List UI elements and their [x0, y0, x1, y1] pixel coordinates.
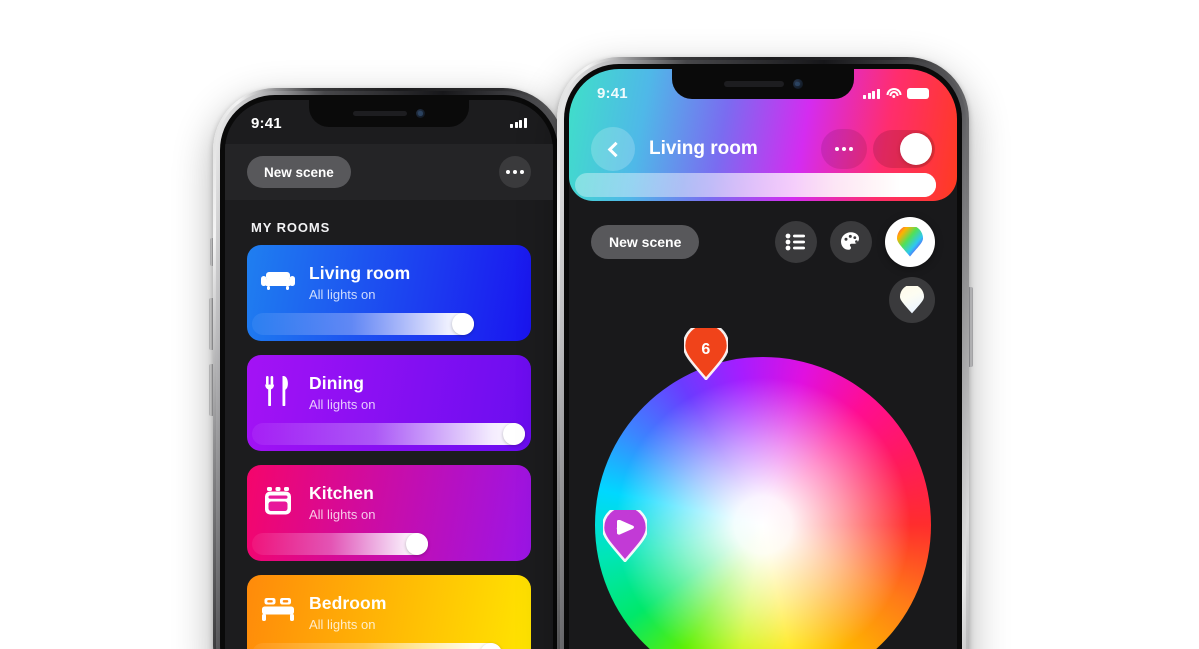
room-status: All lights on	[309, 507, 376, 522]
room-brightness-slider[interactable]	[252, 423, 525, 445]
room-header-row: Living room	[569, 125, 957, 173]
white-picker-button[interactable]	[889, 277, 935, 323]
room-card-text: Living room All lights on	[309, 262, 410, 302]
scenes-list-button[interactable]	[775, 221, 817, 263]
room-brightness-slider[interactable]	[575, 173, 936, 197]
sofa-icon	[247, 262, 309, 294]
palette-button[interactable]	[830, 221, 872, 263]
status-time: 9:41	[597, 85, 628, 102]
status-indicators	[862, 88, 929, 99]
warm-white-pin-icon	[900, 286, 924, 314]
left-phone-screen: 9:41 New scene MY ROOMS Living room All l…	[225, 100, 553, 649]
room-more-button[interactable]	[821, 129, 867, 169]
status-time: 9:41	[251, 114, 282, 132]
right-phone-screen: Living room 9:41 New scene 6	[569, 69, 957, 649]
left-content: MY ROOMS Living room All lights on Dining A…	[225, 200, 553, 649]
room-power-toggle[interactable]	[873, 130, 935, 168]
cellular-bars-icon	[862, 88, 880, 99]
screenshot-stage: 9:41 New scene MY ROOMS Living room All l…	[0, 0, 1199, 649]
wifi-icon	[886, 88, 901, 99]
color-wheel-marker[interactable]: 6	[683, 328, 728, 381]
room-brightness-slider[interactable]	[252, 313, 474, 335]
battery-full-icon	[907, 88, 929, 99]
room-status: All lights on	[309, 617, 376, 632]
paint-palette-icon	[841, 232, 859, 250]
status-indicators	[509, 118, 527, 128]
new-scene-button[interactable]: New scene	[591, 225, 700, 259]
room-name: Kitchen	[309, 483, 374, 503]
room-card[interactable]: Bedroom All lights on	[247, 575, 531, 649]
oven-icon	[247, 482, 309, 516]
left-phone-mockup: 9:41 New scene MY ROOMS Living room All l…	[209, 88, 565, 649]
ellipsis-icon	[505, 169, 525, 175]
bed-icon	[247, 592, 309, 622]
right-toolbar: New scene	[569, 217, 957, 267]
room-status: All lights on	[309, 287, 376, 302]
room-card-text: Dining All lights on	[309, 372, 375, 412]
room-card[interactable]: Dining All lights on	[247, 355, 531, 451]
room-name: Living room	[309, 263, 411, 283]
right-status-bar: 9:41	[569, 69, 957, 115]
bulleted-list-icon	[785, 233, 805, 251]
marker-label: 6	[701, 341, 711, 359]
room-card[interactable]: Kitchen All lights on	[247, 465, 531, 561]
wall-lamp-icon	[615, 520, 635, 543]
ellipsis-icon	[834, 146, 854, 152]
tool-buttons	[775, 217, 935, 267]
room-card[interactable]: Living room All lights on	[247, 245, 531, 341]
rainbow-pin-icon	[897, 227, 923, 257]
chevron-left-icon	[607, 141, 623, 157]
back-button[interactable]	[591, 127, 635, 171]
new-scene-button[interactable]: New scene	[247, 156, 351, 188]
room-brightness-slider[interactable]	[252, 643, 502, 649]
my-rooms-heading: MY ROOMS	[251, 220, 331, 235]
room-card-text: Kitchen All lights on	[309, 482, 375, 522]
color-picker-button[interactable]	[885, 217, 935, 267]
cellular-bars-icon	[509, 118, 527, 128]
left-status-bar: 9:41	[225, 100, 553, 144]
room-title: Living room	[649, 138, 758, 159]
more-options-button[interactable]	[499, 156, 531, 188]
color-wheel[interactable]	[595, 357, 931, 649]
right-phone-mockup: Living room 9:41 New scene 6	[557, 57, 973, 649]
room-list: Living room All lights on Dining All lights…	[225, 245, 553, 649]
room-name: Bedroom	[309, 593, 387, 613]
fork-knife-icon	[247, 372, 309, 406]
color-wheel-marker[interactable]	[603, 509, 648, 562]
room-name: Dining	[309, 373, 365, 393]
room-status: All lights on	[309, 397, 376, 412]
room-brightness-slider[interactable]	[252, 533, 429, 555]
left-toolbar: New scene	[225, 144, 553, 200]
room-card-text: Bedroom All lights on	[309, 592, 387, 632]
color-wheel-area: 6	[569, 297, 957, 649]
